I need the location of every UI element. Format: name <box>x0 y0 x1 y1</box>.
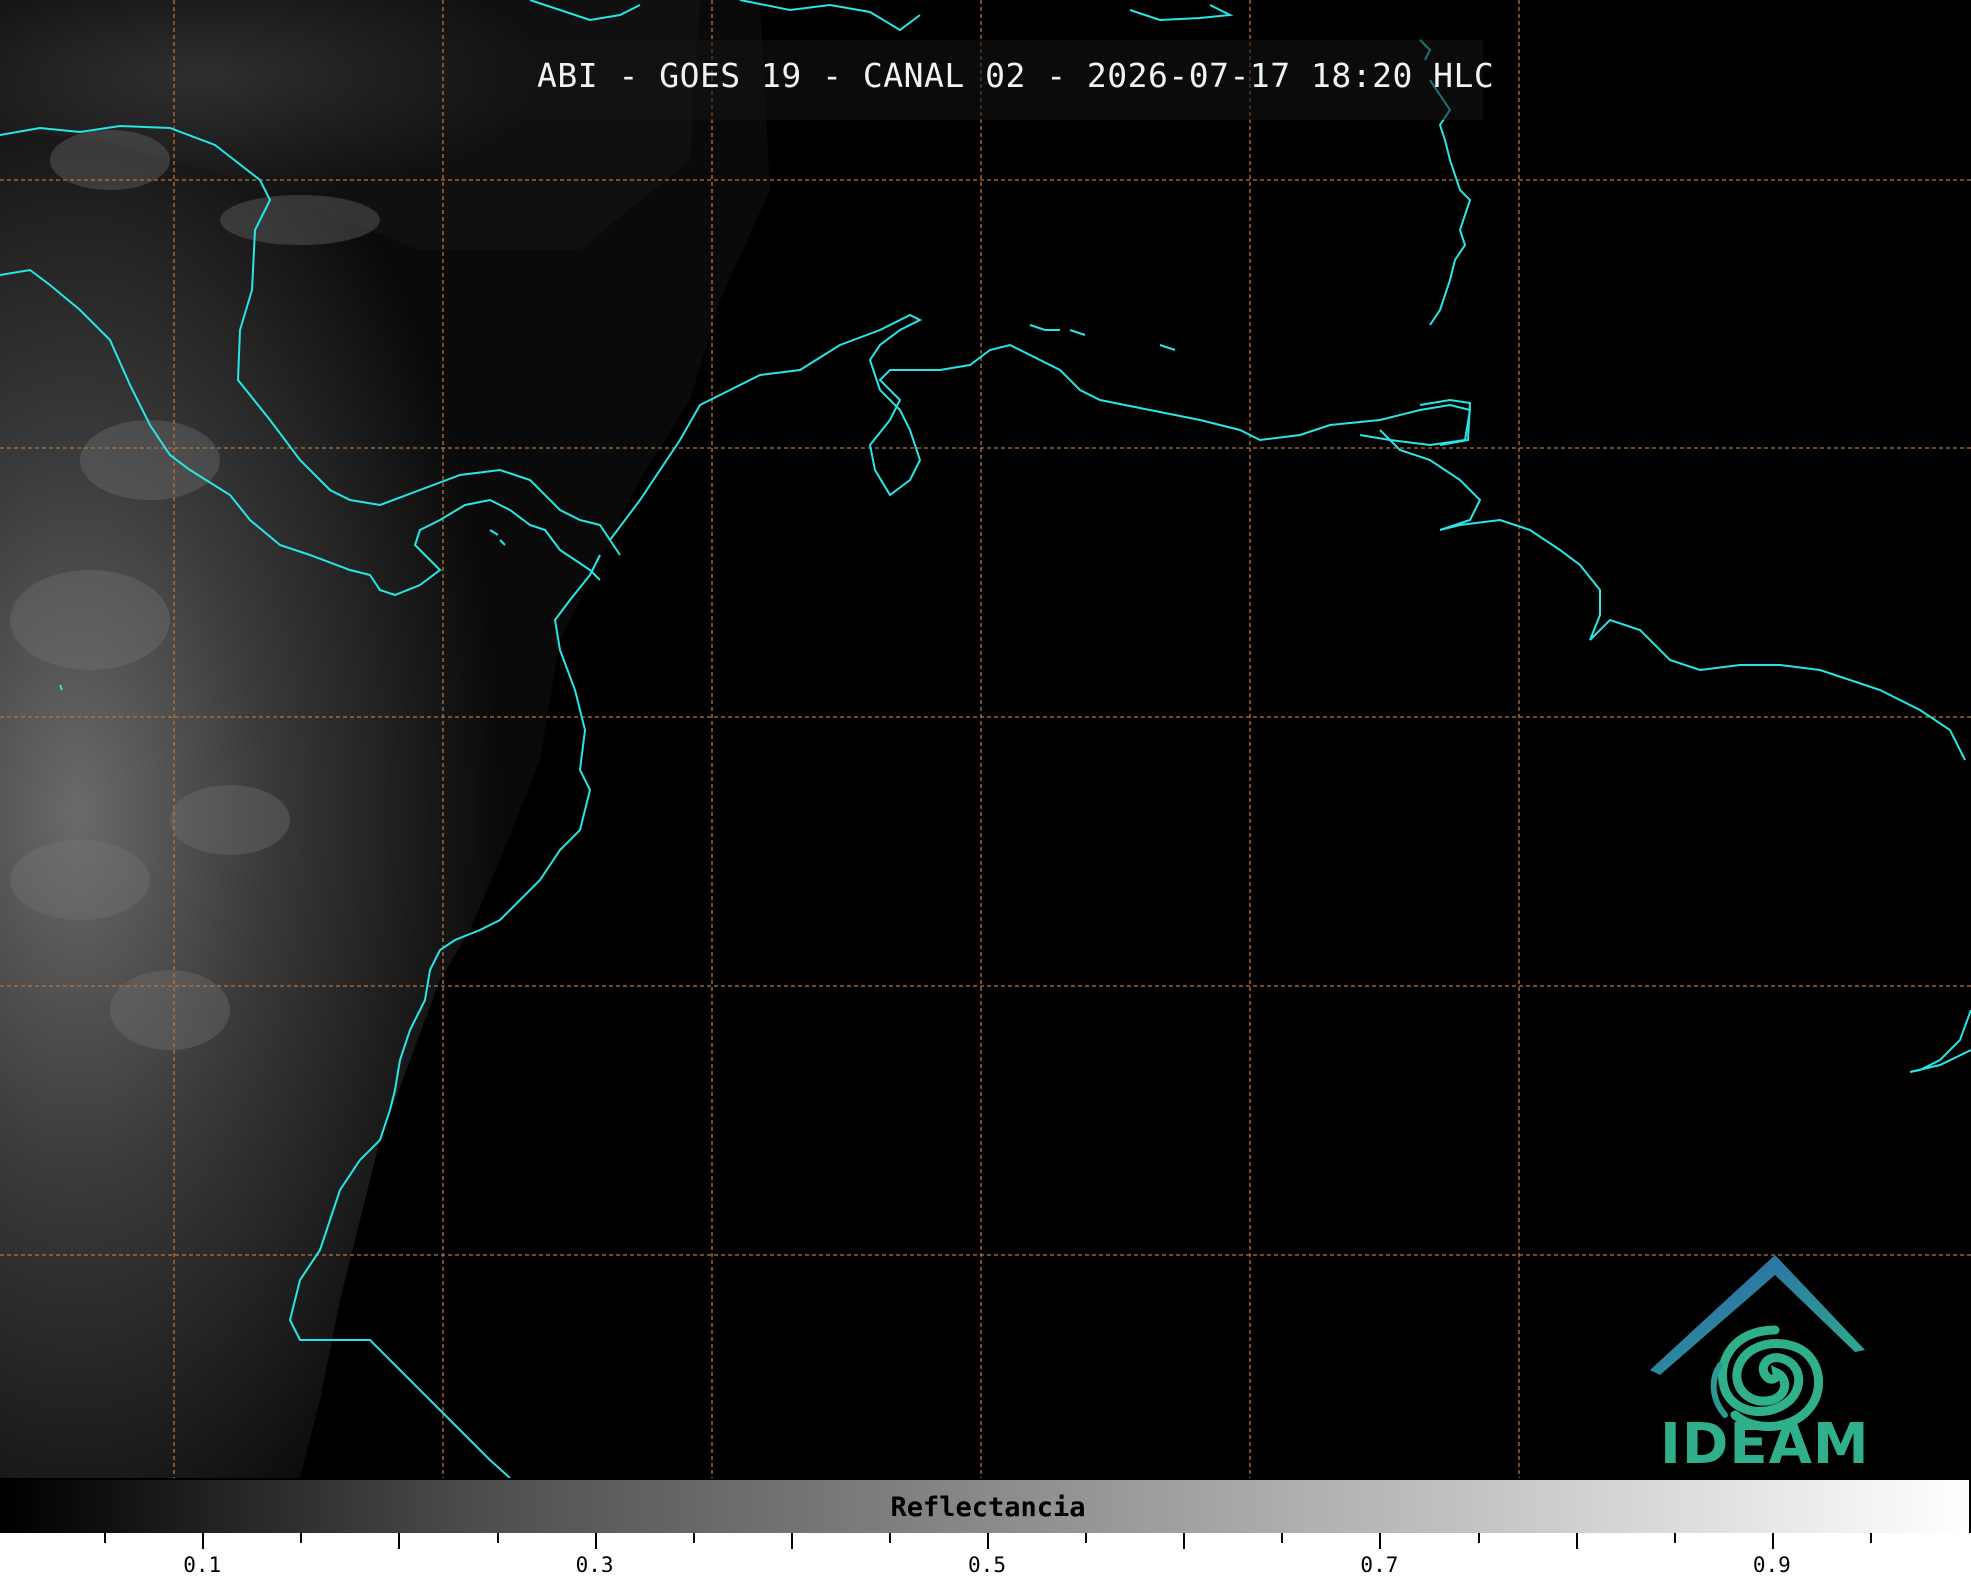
colorbar-tick <box>1379 1533 1382 1549</box>
colorbar-tick <box>1183 1533 1186 1549</box>
colorbar-tick <box>1085 1533 1088 1543</box>
colorbar-tick-label: 0.1 <box>183 1553 222 1577</box>
colorbar-tick-label: 0.3 <box>575 1553 614 1577</box>
ideam-logo-text: IDEAM <box>1660 1412 1870 1477</box>
colorbar-tick <box>692 1533 695 1543</box>
colorbar-tick <box>790 1533 793 1549</box>
colorbar-tick <box>300 1533 303 1543</box>
colorbar-tick-label: 0.7 <box>1360 1553 1399 1577</box>
colorbar-tick <box>1673 1533 1676 1543</box>
colorbar-tick <box>202 1533 205 1549</box>
colorbar-tick <box>496 1533 499 1543</box>
reflectance-colorbar: Reflectancia <box>6 1479 1970 1535</box>
colorbar-tick <box>1869 1533 1872 1543</box>
colorbar-tick-label: 0.9 <box>1752 1553 1791 1577</box>
colorbar-tick <box>1771 1533 1774 1549</box>
colorbar-tick <box>594 1533 597 1549</box>
map-title: ABI - GOES 19 - CANAL 02 - 2026-07-17 18… <box>537 56 1495 95</box>
colorbar-tick <box>1575 1533 1578 1549</box>
colorbar-tick <box>987 1533 989 1549</box>
logo-roof-mark <box>1650 1255 1865 1375</box>
colorbar-tick-label: 0.5 <box>968 1553 1006 1577</box>
colorbar-label: Reflectancia <box>890 1492 1086 1523</box>
colorbar-tick <box>398 1533 401 1549</box>
colorbar-tick <box>104 1533 107 1543</box>
colorbar-tick <box>1281 1533 1284 1543</box>
colorbar-tick <box>888 1533 891 1543</box>
colorbar-ticks: 0.1 0.3 0.5 0.7 0.9 <box>0 1533 1971 1577</box>
colorbar-tick <box>1477 1533 1480 1543</box>
